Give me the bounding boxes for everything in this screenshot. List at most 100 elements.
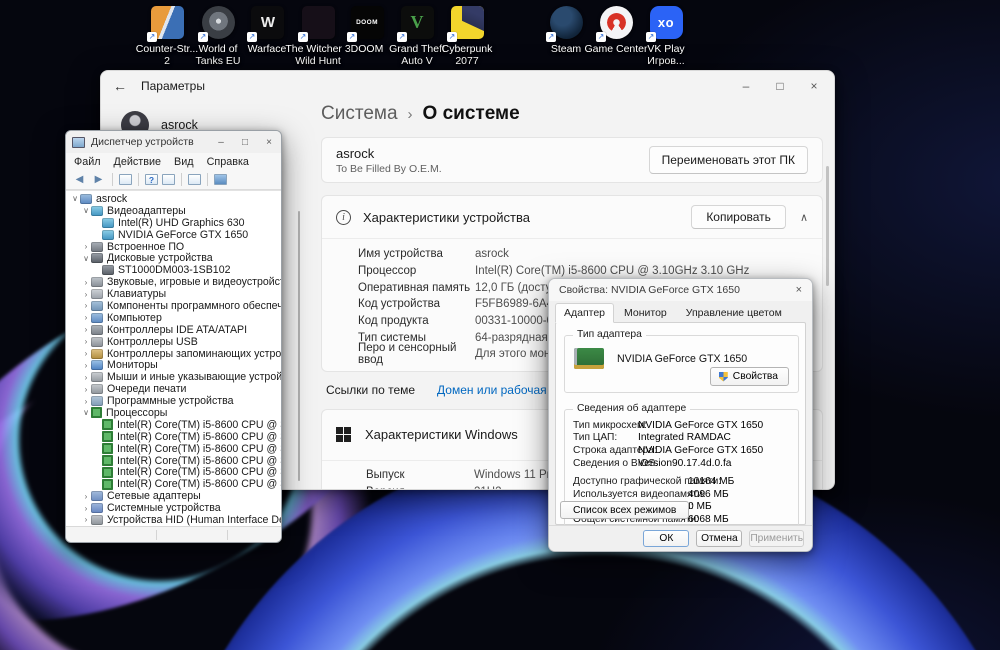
tree-expanded-icon[interactable]: ∨: [81, 408, 91, 417]
breadcrumb-system[interactable]: Система: [321, 103, 398, 125]
tree-item[interactable]: NVIDIA GeForce GTX 1650: [66, 229, 281, 241]
maximize-icon[interactable]: □: [239, 137, 251, 148]
rename-pc-button[interactable]: Переименовать этот ПК: [648, 146, 808, 174]
ide-device-icon: [91, 324, 103, 335]
tree-collapsed-icon[interactable]: ›: [81, 492, 91, 501]
tree-item[interactable]: Intel(R) Core(TM) i5-8600 CPU @ 3.10GHz: [66, 455, 281, 467]
tree-item[interactable]: › Компьютер: [66, 312, 281, 324]
tree-collapsed-icon[interactable]: ›: [81, 242, 91, 251]
tree-collapsed-icon[interactable]: ›: [81, 504, 91, 513]
toolbar-properties-icon[interactable]: [162, 174, 175, 185]
shortcut-arrow-icon: ↗: [546, 32, 556, 42]
menu-2[interactable]: Вид: [174, 156, 194, 168]
tree-item[interactable]: Intel(R) UHD Graphics 630: [66, 217, 281, 229]
tree-item[interactable]: Intel(R) Core(TM) i5-8600 CPU @ 3.10GHz: [66, 443, 281, 455]
cancel-button[interactable]: Отмена: [696, 530, 743, 547]
tree-item[interactable]: ∨ Видеоадаптеры: [66, 205, 281, 217]
tree-collapsed-icon[interactable]: ›: [81, 301, 91, 310]
toolbar-monitor-icon[interactable]: [214, 174, 227, 185]
tree-item[interactable]: › Устройства HID (Human Interface Devices…: [66, 514, 281, 526]
menu-0[interactable]: Файл: [74, 156, 101, 168]
adapter-properties-button[interactable]: Свойства: [709, 367, 789, 386]
tree-item[interactable]: ST1000DM003-1SB102: [66, 264, 281, 276]
chevron-up-icon[interactable]: ∧: [800, 211, 808, 224]
tree-item-label: Сетевые адаптеры: [107, 490, 201, 503]
tree-item[interactable]: › Мыши и иные указывающие устройства: [66, 371, 281, 383]
spec-row: Процессор Intel(R) Core(TM) i5-8600 CPU @…: [322, 263, 822, 280]
tree-collapsed-icon[interactable]: ›: [81, 515, 91, 524]
menu-3[interactable]: Справка: [207, 156, 249, 168]
toolbar-back-icon[interactable]: ◀: [72, 173, 87, 187]
menu-1[interactable]: Действие: [114, 156, 161, 168]
tree-collapsed-icon[interactable]: ›: [81, 313, 91, 322]
minimize-icon[interactable]: –: [738, 79, 754, 93]
tree-item[interactable]: ∨ Дисковые устройства: [66, 252, 281, 264]
tree-item-label: Мониторы: [107, 359, 158, 372]
tree-item[interactable]: › Мониторы: [66, 359, 281, 371]
tree-collapsed-icon[interactable]: ›: [81, 349, 91, 358]
ok-button[interactable]: ОК: [643, 530, 690, 547]
tree-item[interactable]: › Звуковые, игровые и видеоустройства: [66, 276, 281, 288]
tree-item[interactable]: › Контроллеры IDE ATA/ATAPI: [66, 324, 281, 336]
toolbar-forward-icon[interactable]: ▶: [91, 173, 106, 187]
list-all-modes-button[interactable]: Список всех режимов: [560, 501, 690, 519]
tree-item[interactable]: Intel(R) Core(TM) i5-8600 CPU @ 3.10GHz: [66, 478, 281, 490]
desktop-icon-cyberpunk[interactable]: ↗ Cyberpunk 2077: [442, 6, 492, 68]
tree-collapsed-icon[interactable]: ›: [81, 397, 91, 406]
tree-item[interactable]: › Очереди печати: [66, 383, 281, 395]
tree-collapsed-icon[interactable]: ›: [81, 361, 91, 370]
monitor-device-icon: [91, 360, 103, 371]
desktop-icon-wot[interactable]: ↗ World of Tanks EU: [193, 6, 243, 68]
tab-2[interactable]: Управление цветом: [677, 303, 791, 323]
tree-collapsed-icon[interactable]: ›: [81, 278, 91, 287]
tree-item[interactable]: ∨ Процессоры: [66, 407, 281, 419]
tree-item[interactable]: Intel(R) Core(TM) i5-8600 CPU @ 3.10GHz: [66, 431, 281, 443]
tree-item[interactable]: › Контроллеры USB: [66, 336, 281, 348]
tab-0[interactable]: Адаптер: [555, 303, 615, 323]
back-arrow-icon[interactable]: ←: [113, 78, 141, 94]
shortcut-arrow-icon: ↗: [397, 32, 407, 42]
desktop-icon-witcher3[interactable]: ↗ The Witcher 3 Wild Hunt: [285, 6, 351, 68]
toolbar-scan-icon[interactable]: [188, 174, 201, 185]
dialog-title: Свойства: NVIDIA GeForce GTX 1650: [559, 284, 740, 296]
minimize-icon[interactable]: –: [215, 137, 227, 148]
tree-item[interactable]: Intel(R) Core(TM) i5-8600 CPU @ 3.10GHz: [66, 419, 281, 431]
tab-1[interactable]: Монитор: [615, 303, 676, 323]
tree-item[interactable]: ∨ asrock: [66, 193, 281, 205]
tree-item[interactable]: › Контроллеры запоминающих устройств: [66, 348, 281, 360]
tree-expanded-icon[interactable]: ∨: [81, 206, 91, 215]
tree-collapsed-icon[interactable]: ›: [81, 385, 91, 394]
info-label: Тип микросхем:: [573, 419, 647, 431]
tree-item[interactable]: › Компоненты программного обеспечения: [66, 300, 281, 312]
tree-item[interactable]: › Сетевые адаптеры: [66, 490, 281, 502]
tree-item[interactable]: › Системные устройства: [66, 502, 281, 514]
info-value: 10164 МБ: [688, 476, 735, 488]
nav-scrollbar[interactable]: [298, 211, 300, 481]
tree-collapsed-icon[interactable]: ›: [81, 337, 91, 346]
tree-item[interactable]: › Клавиатуры: [66, 288, 281, 300]
tree-item[interactable]: › Программные устройства: [66, 395, 281, 407]
close-icon[interactable]: ×: [796, 284, 802, 296]
close-icon[interactable]: ×: [806, 79, 822, 93]
tree-collapsed-icon[interactable]: ›: [81, 290, 91, 299]
softdev-device-icon: [91, 396, 103, 407]
tree-expanded-icon[interactable]: ∨: [81, 254, 91, 263]
spec-label: Оперативная память: [358, 281, 471, 294]
tree-item-label: Intel(R) Core(TM) i5-8600 CPU @ 3.10GHz: [117, 418, 281, 431]
tree-expanded-icon[interactable]: ∨: [70, 194, 80, 203]
content-scrollbar[interactable]: [826, 166, 829, 286]
tree-item[interactable]: Intel(R) Core(TM) i5-8600 CPU @ 3.10GHz: [66, 466, 281, 478]
copy-button[interactable]: Копировать: [691, 205, 786, 229]
tree-collapsed-icon[interactable]: ›: [81, 373, 91, 382]
spec-label: Версия: [366, 486, 474, 489]
gpu-name: NVIDIA GeForce GTX 1650: [617, 353, 748, 365]
toolbar-list-icon[interactable]: [119, 174, 132, 185]
apply-button[interactable]: Применить: [749, 530, 804, 547]
maximize-icon[interactable]: □: [772, 79, 788, 93]
toolbar-help-icon[interactable]: [145, 174, 158, 185]
tree-item[interactable]: › Встроенное ПО: [66, 241, 281, 253]
tree-collapsed-icon[interactable]: ›: [81, 325, 91, 334]
desktop-icon-vkplay[interactable]: xo ↗ VK Play Игров...: [641, 6, 691, 68]
shortcut-arrow-icon: ↗: [147, 32, 157, 42]
close-icon[interactable]: ×: [263, 137, 275, 148]
